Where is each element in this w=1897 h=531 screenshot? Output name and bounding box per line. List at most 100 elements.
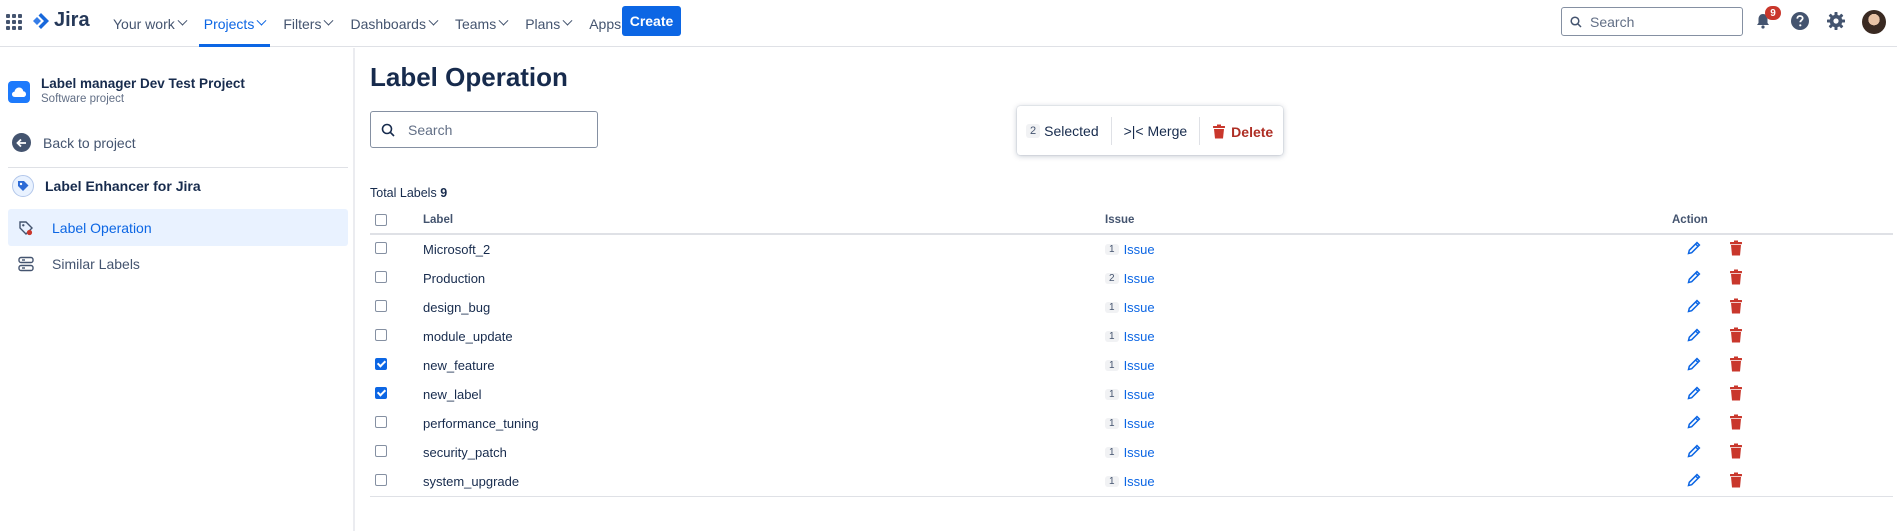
issue-link[interactable]: Issue <box>1124 329 1155 344</box>
total-labels: Total Labels 9 <box>370 186 447 200</box>
project-name: Label manager Dev Test Project <box>41 76 245 91</box>
delete-trash-icon[interactable] <box>1729 298 1743 317</box>
page-title: Label Operation <box>370 62 568 92</box>
sidebar-item-label: Label Operation <box>52 219 152 236</box>
edit-pencil-icon[interactable] <box>1686 385 1702 404</box>
row-checkbox[interactable] <box>375 329 387 341</box>
back-to-project-label: Back to project <box>43 134 136 151</box>
label-name: Production <box>423 271 486 286</box>
issue-count-badge: 2 <box>1105 273 1119 284</box>
addon-title: Label Enhancer for Jira <box>45 178 201 194</box>
global-search[interactable] <box>1561 7 1743 36</box>
jira-logo[interactable]: Jira <box>32 9 90 32</box>
nav-item-label: Projects <box>203 15 255 32</box>
help-icon[interactable] <box>1789 10 1811 32</box>
nav-item-your-work[interactable]: Your work <box>104 0 195 47</box>
project-type: Software project <box>41 93 125 105</box>
nav-item-teams[interactable]: Teams <box>446 0 516 47</box>
delete-trash-icon[interactable] <box>1729 472 1743 491</box>
chevron-down-icon <box>428 15 439 26</box>
project-header[interactable]: Label manager Dev Test Project Software … <box>8 76 245 105</box>
edit-pencil-icon[interactable] <box>1686 240 1702 259</box>
create-button[interactable]: Create <box>622 6 681 36</box>
delete-trash-icon[interactable] <box>1729 356 1743 375</box>
issue-cell: 1 Issue <box>1105 474 1155 489</box>
issue-count-badge: 1 <box>1105 389 1119 400</box>
settings-gear-icon[interactable] <box>1825 10 1847 32</box>
search-icon <box>381 123 395 137</box>
sidebar-item-label-operation[interactable]: Label Operation <box>8 209 348 246</box>
delete-trash-icon[interactable] <box>1729 385 1743 404</box>
issue-link[interactable]: Issue <box>1124 242 1155 257</box>
issue-link[interactable]: Issue <box>1124 300 1155 315</box>
delete-trash-icon[interactable] <box>1729 240 1743 259</box>
edit-pencil-icon[interactable] <box>1686 443 1702 462</box>
jira-logo-icon <box>33 12 49 29</box>
row-checkbox[interactable] <box>375 271 387 283</box>
issue-link[interactable]: Issue <box>1124 445 1155 460</box>
issue-link[interactable]: Issue <box>1124 271 1155 286</box>
row-checkbox[interactable] <box>375 242 387 254</box>
row-checkbox[interactable] <box>375 387 387 399</box>
back-to-project-link[interactable]: Back to project <box>12 133 136 152</box>
global-search-input[interactable] <box>1590 13 1720 30</box>
labels-table: Label Issue Action Microsoft_2 1 Issue Prod… <box>370 207 1893 497</box>
label-search-box[interactable] <box>370 111 598 148</box>
edit-pencil-icon[interactable] <box>1686 414 1702 433</box>
table-row: design_bug 1 Issue <box>370 293 1893 322</box>
user-avatar[interactable] <box>1862 10 1886 34</box>
delete-trash-icon[interactable] <box>1729 269 1743 288</box>
total-labels-label: Total Labels <box>370 186 437 200</box>
table-row: performance_tuning 1 Issue <box>370 409 1893 438</box>
label-name: Microsoft_2 <box>423 242 491 257</box>
chevron-down-icon <box>256 15 267 26</box>
nav-item-dashboards[interactable]: Dashboards <box>341 0 446 47</box>
sidebar-item-similar-labels[interactable]: Similar Labels <box>8 245 348 282</box>
delete-trash-icon[interactable] <box>1729 414 1743 433</box>
label-name: new_feature <box>423 358 495 373</box>
select-all-checkbox[interactable] <box>375 214 387 226</box>
edit-pencil-icon[interactable] <box>1686 298 1702 317</box>
app-switcher-icon[interactable] <box>4 12 22 30</box>
label-name: design_bug <box>423 300 491 315</box>
issue-link[interactable]: Issue <box>1124 387 1155 402</box>
row-checkbox[interactable] <box>375 358 387 370</box>
chevron-down-icon <box>562 15 573 26</box>
nav-item-label: Filters <box>283 15 322 32</box>
search-icon <box>1570 15 1582 28</box>
nav-item-label: Plans <box>525 15 561 32</box>
issue-cell: 1 Issue <box>1105 329 1155 344</box>
merge-button[interactable]: >|< Merge <box>1124 123 1188 139</box>
row-checkbox[interactable] <box>375 474 387 486</box>
row-checkbox[interactable] <box>375 445 387 457</box>
delete-trash-icon[interactable] <box>1729 327 1743 346</box>
nav-item-projects[interactable]: Projects <box>195 0 275 47</box>
row-checkbox[interactable] <box>375 300 387 312</box>
issue-link[interactable]: Issue <box>1124 416 1155 431</box>
issue-count-badge: 1 <box>1105 447 1119 458</box>
bulk-delete-button[interactable]: Delete <box>1212 124 1273 140</box>
selected-label: Selected <box>1044 122 1099 139</box>
edit-pencil-icon[interactable] <box>1686 269 1702 288</box>
nav-item-filters[interactable]: Filters <box>274 0 341 47</box>
edit-pencil-icon[interactable] <box>1686 327 1702 346</box>
issue-cell: 1 Issue <box>1105 358 1155 373</box>
issue-link[interactable]: Issue <box>1124 358 1155 373</box>
table-bottom-border <box>370 496 1893 497</box>
nav-item-plans[interactable]: Plans <box>516 0 580 47</box>
row-checkbox[interactable] <box>375 416 387 428</box>
issue-count-badge: 1 <box>1105 244 1119 255</box>
sidebar-item-label: Similar Labels <box>52 255 140 272</box>
bulk-action-bar: 2 Selected >|< Merge Delete <box>1017 106 1283 155</box>
label-icon <box>19 220 33 235</box>
nav-item-label: Your work <box>113 15 175 32</box>
edit-pencil-icon[interactable] <box>1686 472 1702 491</box>
delete-trash-icon[interactable] <box>1729 443 1743 462</box>
column-header-label: Label <box>423 214 454 226</box>
table-header: Label Issue Action <box>370 207 1893 235</box>
edit-pencil-icon[interactable] <box>1686 356 1702 375</box>
issue-link[interactable]: Issue <box>1124 474 1155 489</box>
label-search-input[interactable] <box>408 121 578 138</box>
notification-count-badge: 9 <box>1765 6 1781 20</box>
issue-count-badge: 1 <box>1105 331 1119 342</box>
